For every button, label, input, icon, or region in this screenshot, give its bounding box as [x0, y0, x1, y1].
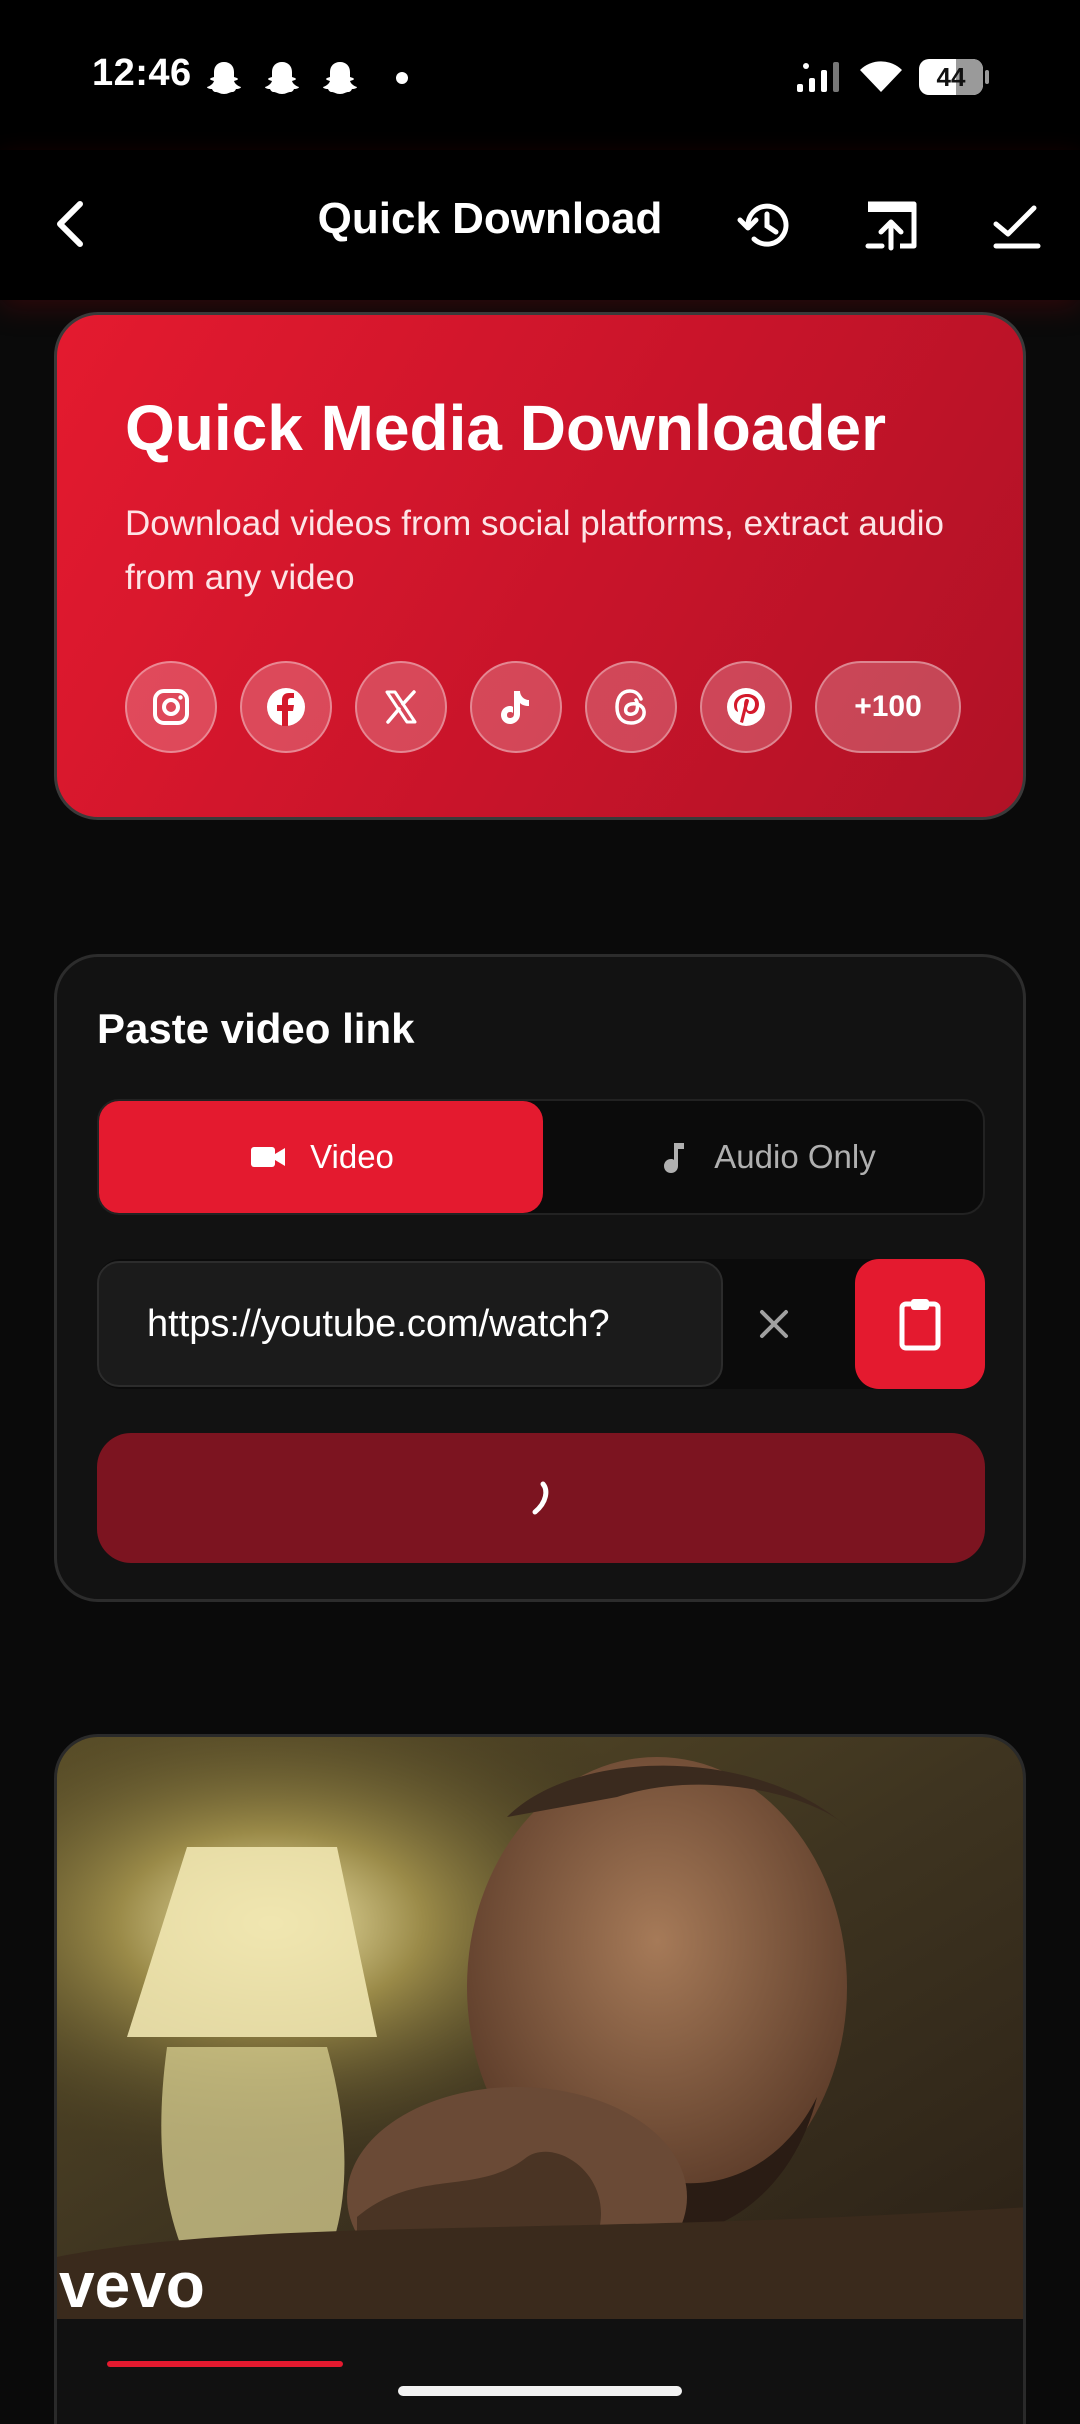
history-icon[interactable] [734, 194, 796, 256]
video-mode-tab[interactable]: Video [99, 1101, 543, 1213]
platform-instagram[interactable] [125, 661, 217, 753]
open-in-browser-icon[interactable] [860, 194, 922, 256]
video-mode-label: Video [310, 1138, 394, 1175]
more-platforms-button[interactable]: +100 [815, 661, 961, 753]
video-preview-card: vevo [54, 1734, 1026, 2424]
audio-mode-tab[interactable]: Audio Only [543, 1101, 985, 1213]
facebook-icon [267, 688, 305, 726]
snapchat-icon [323, 62, 357, 94]
video-card-footer [57, 2319, 1023, 2424]
video-thumbnail[interactable]: vevo [57, 1737, 1026, 2319]
snapchat-icon [265, 62, 299, 94]
hero-subtitle: Download videos from social platforms, e… [125, 504, 944, 597]
clipboard-icon [899, 1299, 941, 1351]
wifi-icon [860, 61, 902, 92]
status-bar: 12:46 44 [0, 0, 1080, 150]
platform-pinterest[interactable] [700, 661, 792, 753]
vevo-watermark: vevo [59, 2249, 205, 2319]
notification-dot [396, 72, 408, 84]
pinterest-icon [727, 688, 765, 726]
snapchat-icon [207, 62, 241, 94]
platform-threads[interactable] [585, 661, 677, 753]
page-title: Quick Download [317, 194, 663, 243]
url-input[interactable] [97, 1261, 723, 1387]
x-icon [385, 690, 417, 724]
home-indicator[interactable] [398, 2386, 682, 2396]
signal-icon [797, 62, 839, 92]
mode-toggle: Video Audio Only [97, 1099, 985, 1215]
url-row [97, 1259, 985, 1389]
clear-button[interactable] [743, 1293, 805, 1355]
app-header: Quick Download [0, 150, 1080, 300]
download-button[interactable] [97, 1433, 985, 1563]
platform-tiktok[interactable] [470, 661, 562, 753]
paste-link-card: Paste video link Video Audio Only [54, 954, 1026, 1602]
hero-card: Quick Media Downloader Download videos f… [54, 312, 1026, 820]
music-note-icon [664, 1143, 685, 1173]
hero-title: Quick Media Downloader [125, 392, 887, 464]
tiktok-icon [501, 691, 529, 724]
instagram-icon [153, 689, 189, 725]
platform-facebook[interactable] [240, 661, 332, 753]
progress-indicator [107, 2361, 343, 2367]
close-icon [760, 1310, 788, 1338]
loading-spinner-icon [532, 1481, 549, 1515]
audio-mode-label: Audio Only [714, 1138, 876, 1175]
videocam-icon [251, 1147, 286, 1167]
platform-list: +100 [125, 661, 961, 753]
battery-level: 44 [936, 61, 966, 92]
status-time: 12:46 [92, 52, 192, 94]
done-all-icon[interactable] [986, 194, 1048, 256]
platform-x[interactable] [355, 661, 447, 753]
threads-icon [615, 689, 646, 725]
paste-button[interactable] [855, 1259, 985, 1389]
paste-card-title: Paste video link [97, 1005, 415, 1052]
